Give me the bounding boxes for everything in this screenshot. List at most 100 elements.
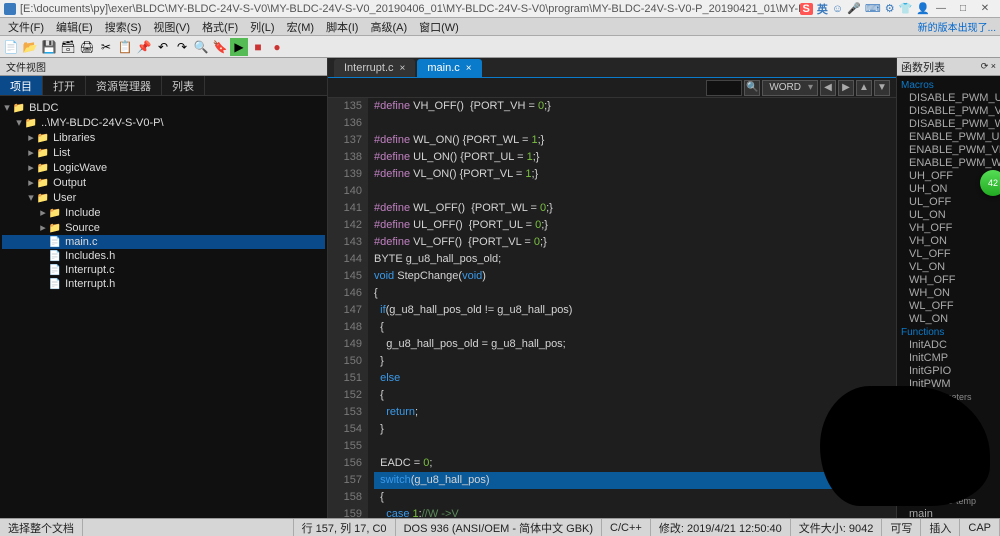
function-list-item[interactable]: ENABLE_PWM_UH — [899, 131, 998, 144]
tree-item[interactable]: ▾📁 ..\MY-BLDC-24V-S-V0-P\ — [2, 115, 325, 130]
menu-edit[interactable]: 编辑(E) — [50, 18, 99, 35]
tool-save-icon[interactable]: 💾 — [40, 38, 58, 56]
menu-file[interactable]: 文件(F) — [2, 18, 50, 35]
function-list-item[interactable]: VH_ON — [899, 235, 998, 248]
tool-rec-icon[interactable]: ● — [268, 38, 286, 56]
code-line[interactable]: { — [374, 387, 896, 404]
tool-new-icon[interactable]: 📄 — [2, 38, 20, 56]
tool-find-icon[interactable]: 🔍 — [192, 38, 210, 56]
ime-mic-icon[interactable]: 🎤 — [847, 2, 861, 15]
code-line[interactable]: #define VH_OFF() {PORT_VH = 0;} — [374, 98, 896, 115]
function-list-item[interactable]: WH_ON — [899, 287, 998, 300]
function-list-item[interactable]: VH_OFF — [899, 222, 998, 235]
left-tab-project[interactable]: 项目 — [0, 76, 43, 95]
menu-macro[interactable]: 宏(M) — [281, 18, 321, 35]
code-line[interactable]: } — [374, 353, 896, 370]
left-tab-list[interactable]: 列表 — [162, 76, 205, 95]
function-list-item[interactable]: WL_ON — [899, 313, 998, 326]
function-list-item[interactable]: InitCMP — [899, 352, 998, 365]
function-list-item[interactable]: DISABLE_PWM_UH — [899, 92, 998, 105]
code-line[interactable]: #define WL_ON() {PORT_WL = 1;} — [374, 132, 896, 149]
menu-format[interactable]: 格式(F) — [196, 18, 244, 35]
expand-icon[interactable]: ▸ — [26, 161, 36, 174]
status-language[interactable]: C/C++ — [602, 519, 651, 536]
ime-user-icon[interactable]: 👤 — [916, 2, 930, 15]
code-area[interactable]: #define VH_OFF() {PORT_VH = 0;} #define W… — [368, 98, 896, 518]
expand-icon[interactable]: ▾ — [14, 116, 24, 129]
code-line[interactable]: #define WL_OFF() {PORT_WL = 0;} — [374, 200, 896, 217]
tree-item[interactable]: ▸📁 Source — [2, 220, 325, 235]
function-list-item[interactable]: Macros — [899, 79, 998, 92]
function-list-item[interactable]: ENABLE_PWM_VH — [899, 144, 998, 157]
tree-item[interactable]: ▸📁 Libraries — [2, 130, 325, 145]
menu-search[interactable]: 搜索(S) — [99, 18, 148, 35]
close-button[interactable]: ✕ — [974, 2, 996, 16]
code-line[interactable]: return; — [374, 404, 896, 421]
status-select-doc[interactable]: 选择整个文档 — [0, 519, 83, 536]
tool-redo-icon[interactable]: ↷ — [173, 38, 191, 56]
code-line[interactable]: } — [374, 421, 896, 438]
code-line[interactable] — [374, 115, 896, 132]
tab-main-c[interactable]: main.c× — [417, 59, 481, 77]
tool-saveall-icon[interactable]: 🗃 — [59, 38, 77, 56]
function-list-item[interactable]: VL_OFF — [899, 248, 998, 261]
function-list-item[interactable]: DISABLE_PWM_WH — [899, 118, 998, 131]
editor-search-input[interactable] — [706, 80, 742, 96]
tool-run-icon[interactable]: ▶ — [230, 38, 248, 56]
tree-item[interactable]: 📄 Interrupt.c — [2, 263, 325, 277]
ime-lang[interactable]: 英 — [817, 1, 828, 17]
ime-kbd-icon[interactable]: ⌨ — [865, 2, 881, 15]
float-badge-icon[interactable]: 42 — [980, 170, 1000, 196]
function-list-item[interactable]: VL_ON — [899, 261, 998, 274]
code-line[interactable]: { — [374, 489, 896, 506]
code-line[interactable]: { — [374, 285, 896, 302]
code-line[interactable]: else — [374, 370, 896, 387]
tree-item[interactable]: ▾📁 BLDC — [2, 100, 325, 115]
code-line[interactable] — [374, 438, 896, 455]
expand-icon[interactable]: ▸ — [38, 206, 48, 219]
status-readwrite[interactable]: 可写 — [882, 519, 921, 536]
code-line[interactable]: g_u8_hall_pos_old = g_u8_hall_pos; — [374, 336, 896, 353]
expand-icon[interactable]: ▸ — [26, 146, 36, 159]
function-list-item[interactable]: UL_OFF — [899, 196, 998, 209]
tree-item[interactable]: 📄 Interrupt.h — [2, 277, 325, 291]
expand-icon[interactable]: ▾ — [26, 191, 36, 204]
tab-interrupt-c[interactable]: Interrupt.c× — [334, 59, 415, 77]
min-button[interactable]: — — [930, 2, 952, 16]
tool-paste-icon[interactable]: 📌 — [135, 38, 153, 56]
tool-bookmark-icon[interactable]: 🔖 — [211, 38, 229, 56]
nav-prev-icon[interactable]: ◀ — [820, 80, 836, 96]
tree-item[interactable]: 📄 Includes.h — [2, 249, 325, 263]
menu-script[interactable]: 脚本(I) — [320, 18, 364, 35]
expand-icon[interactable]: ▸ — [26, 131, 36, 144]
menu-view[interactable]: 视图(V) — [147, 18, 196, 35]
code-line[interactable]: if(g_u8_hall_pos_old != g_u8_hall_pos) — [374, 302, 896, 319]
status-encoding[interactable]: DOS 936 (ANSI/OEM - 简体中文 GBK) — [396, 519, 602, 536]
code-line[interactable]: BYTE g_u8_hall_pos_old; — [374, 251, 896, 268]
code-line[interactable]: switch(g_u8_hall_pos) — [374, 472, 896, 489]
expand-icon[interactable]: ▸ — [38, 221, 48, 234]
nav-up-icon[interactable]: ▲ — [856, 80, 872, 96]
code-line[interactable] — [374, 183, 896, 200]
word-dropdown[interactable]: WORD — [762, 80, 818, 96]
tool-cut-icon[interactable]: ✂ — [97, 38, 115, 56]
close-icon[interactable]: × — [400, 63, 406, 74]
max-button[interactable]: □ — [952, 2, 974, 16]
function-list-item[interactable]: WL_OFF — [899, 300, 998, 313]
close-icon[interactable]: × — [466, 63, 472, 74]
code-line[interactable]: void StepChange(void) — [374, 268, 896, 285]
tree-item[interactable]: ▾📁 User — [2, 190, 325, 205]
code-line[interactable]: #define VL_ON() {PORT_VL = 1;} — [374, 166, 896, 183]
ime-face-icon[interactable]: ☺ — [832, 3, 843, 15]
tree-item[interactable]: ▸📁 Include — [2, 205, 325, 220]
tool-undo-icon[interactable]: ↶ — [154, 38, 172, 56]
expand-icon[interactable]: ▾ — [2, 101, 12, 114]
project-tree[interactable]: ▾📁 BLDC▾📁 ..\MY-BLDC-24V-S-V0-P\▸📁 Libra… — [0, 96, 327, 518]
left-tab-explorer[interactable]: 资源管理器 — [86, 76, 162, 95]
code-line[interactable]: { — [374, 319, 896, 336]
ime-gear-icon[interactable]: ⚙ — [885, 2, 895, 15]
status-insert[interactable]: 插入 — [921, 519, 960, 536]
function-list-item[interactable]: InitADC — [899, 339, 998, 352]
panel-controls[interactable]: ⟳ × — [981, 61, 996, 72]
tool-print-icon[interactable]: 🖨 — [78, 38, 96, 56]
